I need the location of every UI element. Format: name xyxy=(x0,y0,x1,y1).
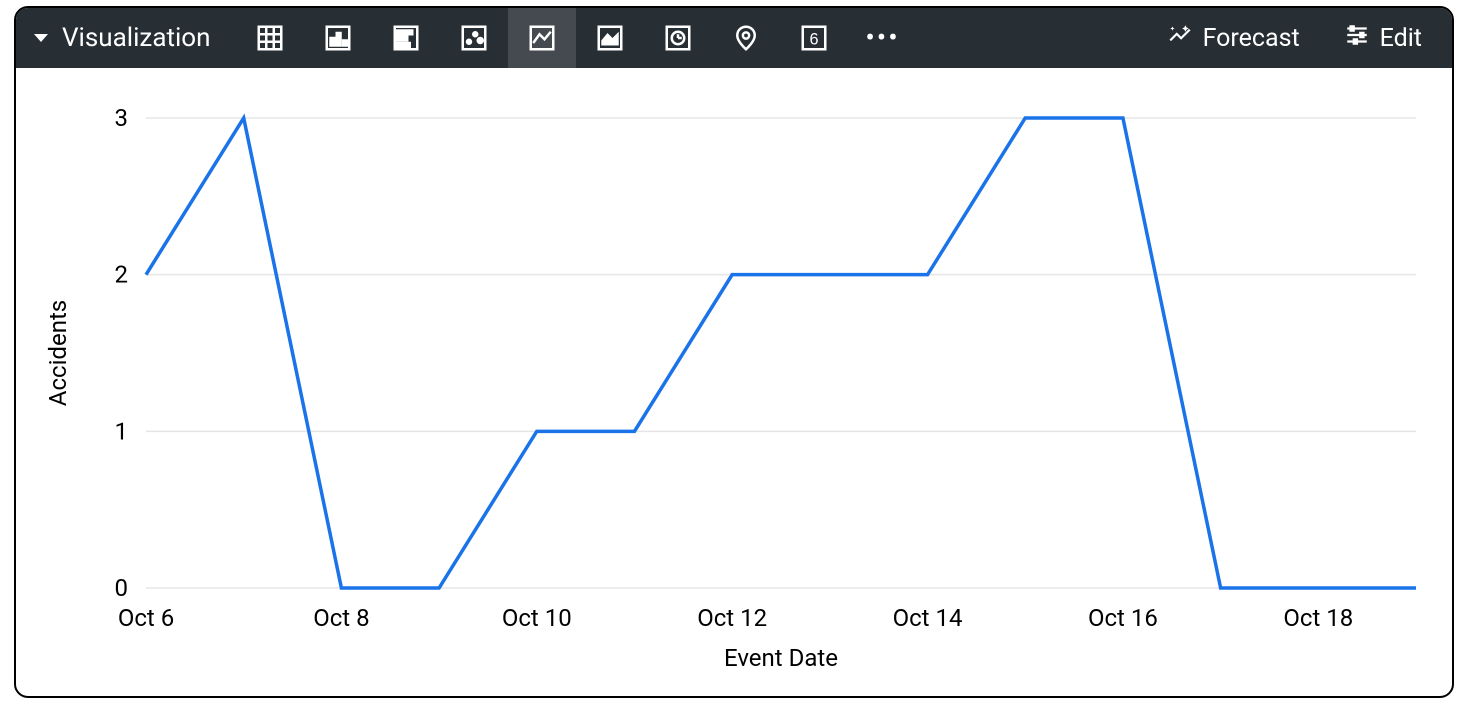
bar-chart-icon[interactable] xyxy=(372,8,440,68)
line-chart-icon[interactable] xyxy=(508,8,576,68)
forecast-button[interactable]: Forecast xyxy=(1145,8,1322,68)
chart-area: 0 1 2 3 Oct 6 Oct 8 Oct 10 Oct 12 Oct 14 Oct 16 Oc… xyxy=(16,68,1454,698)
column-chart-icon[interactable] xyxy=(304,8,372,68)
svg-text:Oct 10: Oct 10 xyxy=(502,604,572,632)
more-icon[interactable]: ••• xyxy=(848,8,916,68)
svg-text:Oct 8: Oct 8 xyxy=(313,604,369,632)
line-chart[interactable]: 0 1 2 3 Oct 6 Oct 8 Oct 10 Oct 12 Oct 14 Oct 16 Oc… xyxy=(16,68,1454,698)
edit-label: Edit xyxy=(1380,24,1422,53)
svg-text:0: 0 xyxy=(115,574,129,602)
svg-text:2: 2 xyxy=(115,261,129,289)
area-chart-icon[interactable] xyxy=(576,8,644,68)
svg-text:Oct 6: Oct 6 xyxy=(118,604,174,632)
map-icon[interactable] xyxy=(712,8,780,68)
forecast-label: Forecast xyxy=(1203,24,1300,53)
y-axis-label: Accidents xyxy=(44,300,72,406)
svg-text:Oct 12: Oct 12 xyxy=(697,604,767,632)
visualization-toolbar: Visualization 6 ••• Forecast xyxy=(16,8,1452,68)
visualization-panel: Visualization 6 ••• Forecast xyxy=(14,6,1454,698)
svg-text:Oct 16: Oct 16 xyxy=(1088,604,1158,632)
svg-text:Oct 18: Oct 18 xyxy=(1283,604,1353,632)
svg-text:1: 1 xyxy=(115,417,129,445)
forecast-icon xyxy=(1167,22,1193,55)
series-line[interactable] xyxy=(146,118,1416,588)
x-axis-label: Event Date xyxy=(724,644,838,672)
sliders-icon xyxy=(1344,22,1370,55)
scatter-chart-icon[interactable] xyxy=(440,8,508,68)
toolbar-title: Visualization xyxy=(62,23,210,53)
svg-text:Oct 14: Oct 14 xyxy=(893,604,963,632)
visualization-dropdown[interactable]: Visualization xyxy=(16,8,236,68)
timechart-icon[interactable] xyxy=(644,8,712,68)
single-value-icon[interactable]: 6 xyxy=(780,8,848,68)
chart-type-icons: 6 ••• xyxy=(236,8,916,68)
svg-text:3: 3 xyxy=(115,104,129,132)
caret-down-icon xyxy=(34,34,48,42)
svg-text:6: 6 xyxy=(810,30,819,48)
edit-button[interactable]: Edit xyxy=(1322,8,1444,68)
table-icon[interactable] xyxy=(236,8,304,68)
